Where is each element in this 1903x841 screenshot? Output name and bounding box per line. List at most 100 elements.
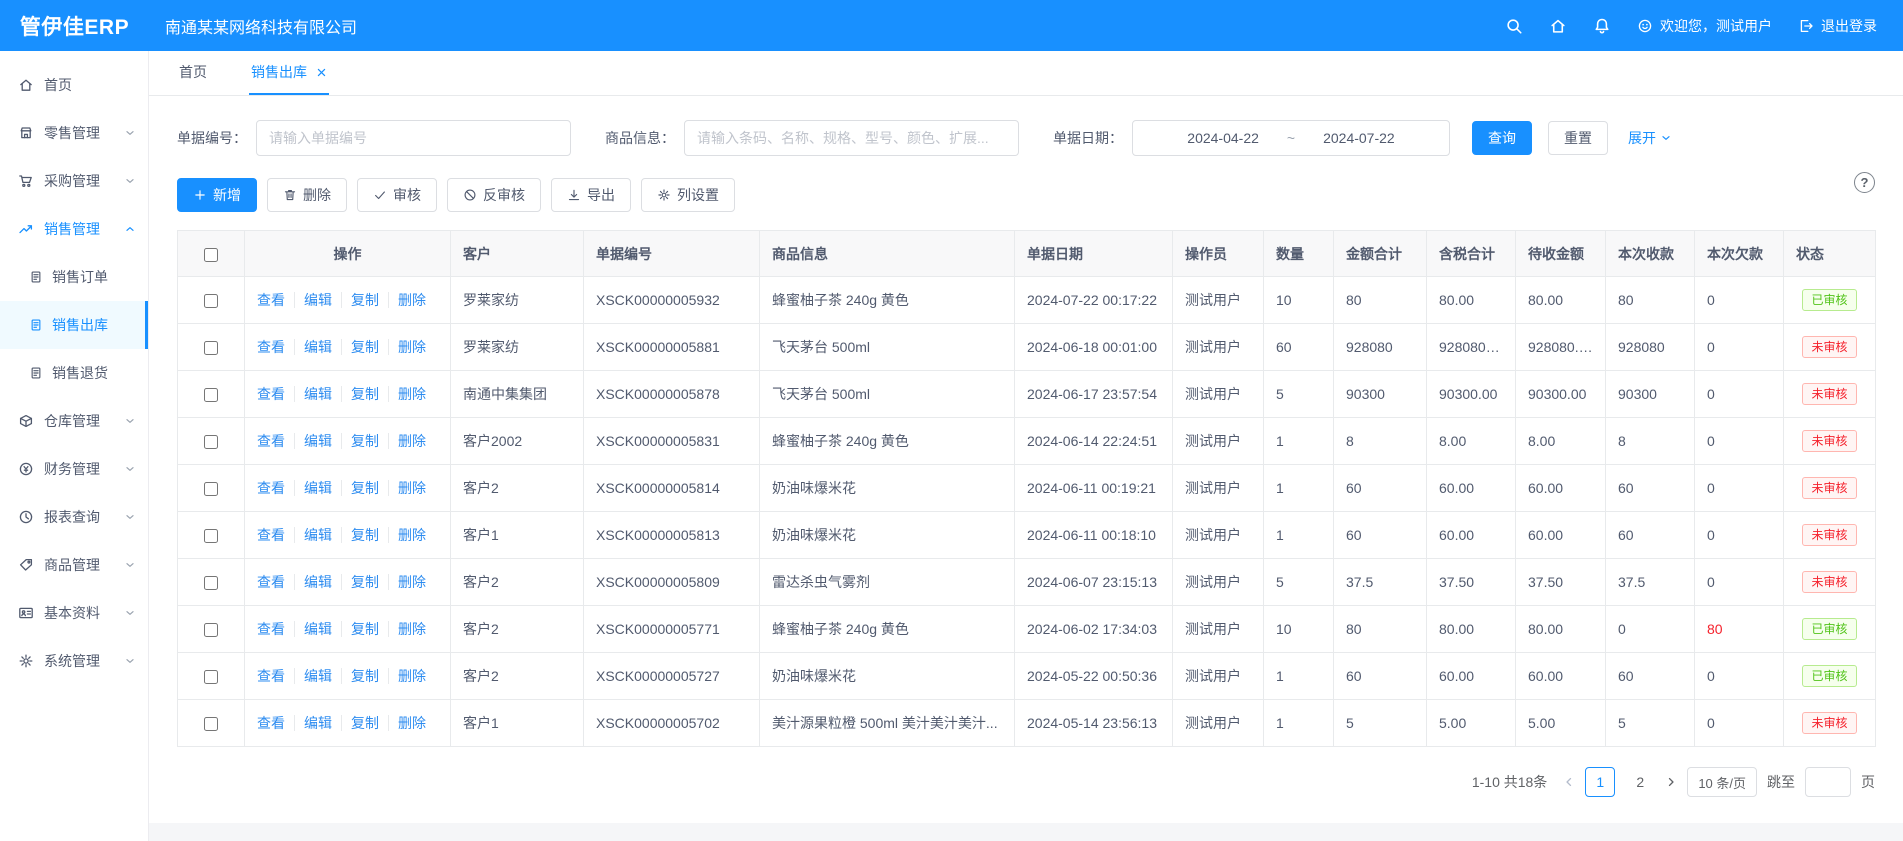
edit-link[interactable]: 编辑	[294, 433, 332, 449]
page-size-select[interactable]: 10 条/页	[1687, 767, 1757, 797]
row-checkbox[interactable]	[204, 482, 218, 496]
delete-link[interactable]: 删除	[388, 386, 426, 402]
logout-button[interactable]: 退出登录	[1798, 16, 1877, 36]
delete-link[interactable]: 删除	[388, 621, 426, 637]
help-icon[interactable]	[1854, 172, 1875, 193]
edit-link[interactable]: 编辑	[294, 292, 332, 308]
tab-sales-outbound[interactable]: 销售出库	[249, 51, 329, 95]
next-page-icon[interactable]	[1665, 776, 1677, 788]
delete-link[interactable]: 删除	[388, 292, 426, 308]
edit-link[interactable]: 编辑	[294, 339, 332, 355]
col-header-bill-no: 单据编号	[584, 231, 760, 277]
reset-button[interactable]: 重置	[1548, 121, 1608, 155]
sidebar-item-basic-data[interactable]: 基本资料	[0, 589, 148, 637]
row-checkbox[interactable]	[204, 670, 218, 684]
row-checkbox[interactable]	[204, 294, 218, 308]
receivable-cell: 80.00	[1516, 277, 1606, 324]
sidebar-item-sales-order[interactable]: 销售订单	[0, 253, 148, 301]
delete-link[interactable]: 删除	[388, 433, 426, 449]
copy-link[interactable]: 复制	[341, 668, 379, 684]
view-link[interactable]: 查看	[257, 292, 285, 308]
delete-link[interactable]: 删除	[388, 339, 426, 355]
sidebar-item-system[interactable]: 系统管理	[0, 637, 148, 685]
home-icon[interactable]	[1549, 17, 1567, 35]
view-link[interactable]: 查看	[257, 715, 285, 731]
edit-link[interactable]: 编辑	[294, 621, 332, 637]
tab-home[interactable]: 首页	[177, 51, 209, 95]
view-link[interactable]: 查看	[257, 433, 285, 449]
delete-link[interactable]: 删除	[388, 480, 426, 496]
table-row: 查看编辑复制删除 客户1 XSCK00000005813 奶油味爆米花 2024…	[178, 512, 1876, 559]
table-header: 操作 客户 单据编号 商品信息 单据日期 操作员 数量 金额合计 含税合计 待收…	[178, 231, 1876, 277]
row-checkbox[interactable]	[204, 623, 218, 637]
view-link[interactable]: 查看	[257, 339, 285, 355]
copy-link[interactable]: 复制	[341, 386, 379, 402]
page-button-2[interactable]: 2	[1625, 767, 1655, 797]
view-link[interactable]: 查看	[257, 574, 285, 590]
close-icon[interactable]	[316, 67, 327, 78]
row-actions: 查看编辑复制删除	[245, 418, 451, 465]
view-link[interactable]: 查看	[257, 621, 285, 637]
date-range-picker[interactable]: 2024-04-22 ~ 2024-07-22	[1132, 120, 1450, 156]
delete-link[interactable]: 删除	[388, 715, 426, 731]
sidebar-item-retail[interactable]: 零售管理	[0, 109, 148, 157]
page-button-1[interactable]: 1	[1585, 767, 1615, 797]
sidebar-item-products[interactable]: 商品管理	[0, 541, 148, 589]
copy-link[interactable]: 复制	[341, 480, 379, 496]
column-settings-button[interactable]: 列设置	[641, 178, 735, 212]
edit-link[interactable]: 编辑	[294, 574, 332, 590]
edit-link[interactable]: 编辑	[294, 668, 332, 684]
date-from[interactable]: 2024-04-22	[1187, 130, 1259, 146]
edit-link[interactable]: 编辑	[294, 527, 332, 543]
delete-button[interactable]: 删除	[267, 178, 347, 212]
search-icon[interactable]	[1505, 17, 1523, 35]
audit-button[interactable]: 审核	[357, 178, 437, 212]
jump-page-input[interactable]	[1805, 767, 1851, 797]
view-link[interactable]: 查看	[257, 527, 285, 543]
view-link[interactable]: 查看	[257, 668, 285, 684]
delete-link[interactable]: 删除	[388, 668, 426, 684]
app-logo: 管伊佳ERP	[0, 11, 149, 41]
sidebar-item-sales[interactable]: 销售管理	[0, 205, 148, 253]
edit-link[interactable]: 编辑	[294, 715, 332, 731]
copy-link[interactable]: 复制	[341, 292, 379, 308]
delete-link[interactable]: 删除	[388, 574, 426, 590]
copy-link[interactable]: 复制	[341, 433, 379, 449]
copy-link[interactable]: 复制	[341, 715, 379, 731]
sidebar-item-sales-return[interactable]: 销售退货	[0, 349, 148, 397]
copy-link[interactable]: 复制	[341, 621, 379, 637]
copy-link[interactable]: 复制	[341, 339, 379, 355]
edit-link[interactable]: 编辑	[294, 480, 332, 496]
edit-link[interactable]: 编辑	[294, 386, 332, 402]
sidebar-item-warehouse[interactable]: 仓库管理	[0, 397, 148, 445]
view-link[interactable]: 查看	[257, 480, 285, 496]
copy-link[interactable]: 复制	[341, 574, 379, 590]
sidebar-item-reports[interactable]: 报表查询	[0, 493, 148, 541]
unaudit-button[interactable]: 反审核	[447, 178, 541, 212]
bill-no-input[interactable]	[256, 120, 571, 156]
row-checkbox[interactable]	[204, 576, 218, 590]
delete-link[interactable]: 删除	[388, 527, 426, 543]
user-menu[interactable]: 欢迎您，测试用户	[1637, 16, 1772, 36]
sidebar-item-sales-outbound[interactable]: 销售出库	[0, 301, 148, 349]
view-link[interactable]: 查看	[257, 386, 285, 402]
row-checkbox[interactable]	[204, 717, 218, 731]
row-checkbox[interactable]	[204, 341, 218, 355]
date-to[interactable]: 2024-07-22	[1323, 130, 1395, 146]
export-button[interactable]: 导出	[551, 178, 631, 212]
sidebar-item-finance[interactable]: 财务管理	[0, 445, 148, 493]
row-checkbox[interactable]	[204, 388, 218, 402]
copy-link[interactable]: 复制	[341, 527, 379, 543]
prev-page-icon[interactable]	[1563, 776, 1575, 788]
product-info-input[interactable]	[684, 120, 1019, 156]
sidebar-item-home[interactable]: 首页	[0, 61, 148, 109]
add-button[interactable]: 新增	[177, 178, 257, 212]
select-all-checkbox[interactable]	[204, 248, 218, 262]
search-button[interactable]: 查询	[1472, 121, 1532, 155]
row-checkbox[interactable]	[204, 529, 218, 543]
expand-link[interactable]: 展开	[1628, 128, 1672, 148]
sidebar-item-purchase[interactable]: 采购管理	[0, 157, 148, 205]
document-icon	[29, 270, 43, 284]
bell-icon[interactable]	[1593, 17, 1611, 35]
row-checkbox[interactable]	[204, 435, 218, 449]
